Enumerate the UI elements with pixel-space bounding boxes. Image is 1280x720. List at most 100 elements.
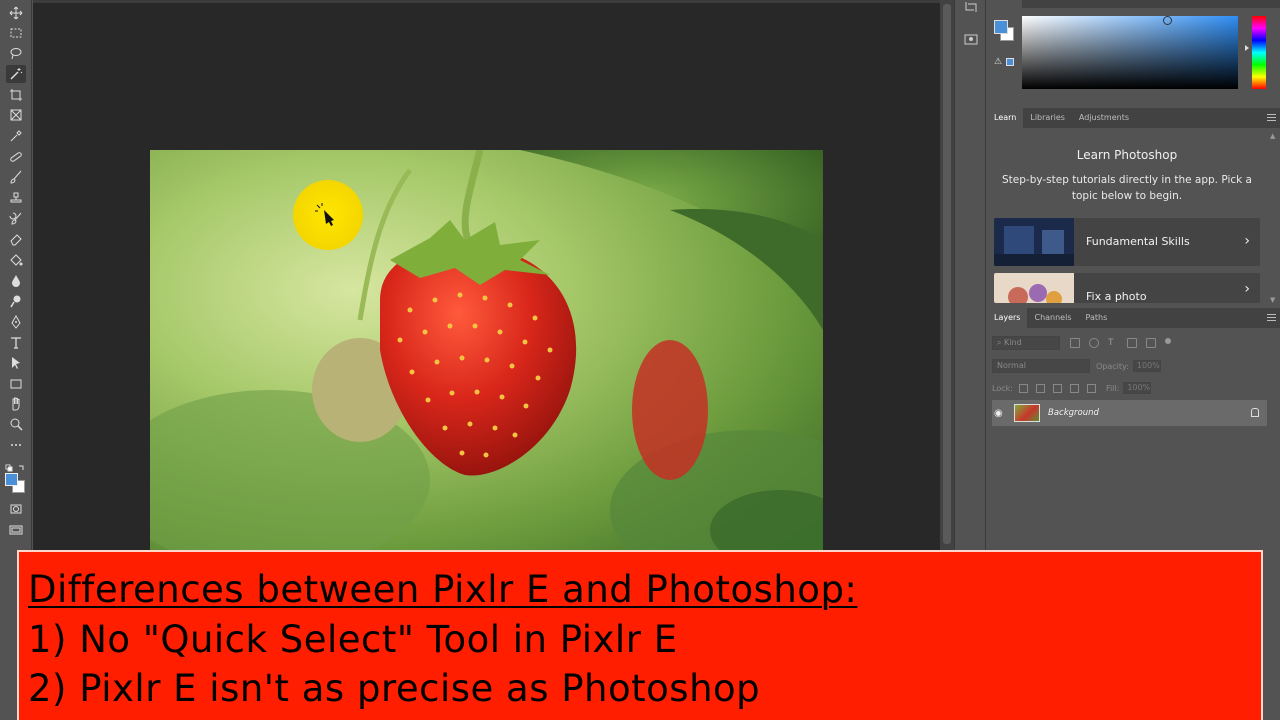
blend-row: Normal Opacity: 100%	[992, 358, 1161, 374]
history-panel-icon[interactable]	[963, 0, 979, 16]
tab-color[interactable]: Color	[987, 0, 1022, 8]
caption-overlay: Differences between Pixlr E and Photosho…	[17, 550, 1263, 720]
path-selection-tool-icon[interactable]	[6, 354, 26, 372]
pixel-filter-icon[interactable]	[1070, 338, 1080, 348]
layers-panel: Layers Channels Paths ⌕ Kind T Normal Op	[987, 308, 1280, 550]
learn-description: Step-by-step tutorials directly in the a…	[1002, 174, 1252, 202]
layer-name: Background	[1048, 408, 1099, 418]
layer-filter-row: ⌕ Kind T	[992, 335, 1171, 351]
move-tool-icon[interactable]	[6, 4, 26, 22]
caption-point-1: 1) No "Quick Select" Tool in Pixlr E	[28, 618, 678, 661]
tab-gradients[interactable]: Gradients	[1074, 0, 1127, 8]
learn-card-fix-a-photo[interactable]: Fix a photo ›	[994, 273, 1260, 303]
foreground-color-swatch[interactable]	[5, 473, 18, 486]
collapsed-panel-strip	[954, 0, 986, 550]
tab-channels[interactable]: Channels	[1027, 308, 1078, 328]
document-tab-strip	[33, 0, 940, 3]
paint-bucket-tool-icon[interactable]	[6, 251, 26, 269]
eye-icon[interactable]: ◉	[994, 408, 1006, 419]
strawberry-photo[interactable]	[150, 150, 823, 550]
learn-panel-scrollbar[interactable]: ▲ ▼	[1270, 132, 1278, 304]
fix-a-photo-thumbnail	[994, 273, 1074, 303]
swap-colors-icon[interactable]	[5, 459, 27, 472]
tab-layers[interactable]: Layers	[987, 308, 1028, 328]
fill-label: Fill:	[1105, 383, 1120, 393]
photoshop-window: Color Swatches Gradients Patterns ⚠ Lear…	[0, 0, 1280, 720]
crop-tool-icon[interactable]	[6, 86, 26, 104]
lock-icons	[1018, 383, 1096, 393]
tab-patterns[interactable]: Patterns	[1127, 0, 1174, 8]
learn-panel-tabs: Learn Libraries Adjustments	[987, 108, 1280, 128]
scroll-down-icon[interactable]: ▼	[1270, 296, 1275, 304]
dodge-tool-icon[interactable]	[6, 292, 26, 310]
blur-tool-icon[interactable]	[6, 272, 26, 290]
magic-wand-tool-icon[interactable]	[6, 65, 26, 83]
caption-heading: Differences between Pixlr E and Photosho…	[28, 568, 858, 611]
zoom-tool-icon[interactable]	[6, 415, 26, 433]
eraser-tool-icon[interactable]	[6, 230, 26, 248]
brush-tool-icon[interactable]	[6, 168, 26, 186]
quick-mask-icon[interactable]	[6, 500, 26, 518]
hue-arrow-icon	[1245, 45, 1249, 51]
tools-panel	[0, 0, 32, 550]
learn-title: Learn Photoshop	[1076, 148, 1178, 162]
eyedropper-tool-icon[interactable]	[6, 127, 26, 145]
layer-row[interactable]: ◉ Background	[992, 400, 1267, 426]
shape-filter-icon[interactable]	[1127, 338, 1137, 348]
hue-slider[interactable]	[1252, 16, 1266, 89]
blend-mode-select[interactable]: Normal	[992, 359, 1090, 373]
lock-all-icon[interactable]	[1086, 383, 1096, 393]
screen-mode-icon[interactable]	[6, 521, 26, 539]
learn-panel-menu-icon[interactable]	[1267, 114, 1276, 121]
color-panel-tabs: Color Swatches Gradients Patterns	[987, 0, 1280, 8]
color-saturation-field[interactable]	[1022, 16, 1238, 89]
learn-card-fundamental-skills[interactable]: Fundamental Skills ›	[994, 218, 1260, 266]
adjustment-filter-icon[interactable]	[1089, 338, 1099, 348]
tab-learn[interactable]: Learn	[987, 108, 1024, 128]
panel-foreground-swatch[interactable]	[994, 20, 1008, 34]
clone-stamp-tool-icon[interactable]	[6, 189, 26, 207]
opacity-field[interactable]: 100%	[1132, 360, 1161, 372]
learn-panel: Learn Libraries Adjustments Learn Photos…	[987, 108, 1280, 308]
lock-position-icon[interactable]	[1052, 383, 1062, 393]
more-tools-icon[interactable]	[6, 436, 26, 454]
lock-transparent-icon[interactable]	[1018, 383, 1028, 393]
type-filter-icon[interactable]: T	[1108, 338, 1118, 348]
gamut-warning-icon[interactable]: ⚠	[994, 57, 1002, 67]
healing-brush-tool-icon[interactable]	[6, 148, 26, 166]
marquee-tool-icon[interactable]	[6, 24, 26, 42]
tab-paths[interactable]: Paths	[1079, 308, 1115, 328]
fundamental-skills-thumbnail	[994, 218, 1074, 266]
color-picker-marker[interactable]	[1163, 16, 1172, 25]
lock-icon	[1251, 408, 1259, 417]
tab-libraries[interactable]: Libraries	[1023, 108, 1072, 128]
web-safe-swatch[interactable]	[1006, 58, 1014, 66]
scroll-up-icon[interactable]: ▲	[1270, 132, 1275, 140]
hand-tool-icon[interactable]	[6, 395, 26, 413]
lock-artboard-icon[interactable]	[1069, 383, 1079, 393]
lock-pixels-icon[interactable]	[1035, 383, 1045, 393]
caption-point-2: 2) Pixlr E isn't as precise as Photoshop	[28, 667, 761, 710]
tab-adjustments[interactable]: Adjustments	[1072, 108, 1136, 128]
chevron-right-icon: ›	[1244, 281, 1250, 297]
color-panel: Color Swatches Gradients Patterns ⚠	[987, 0, 1280, 108]
layers-panel-menu-icon[interactable]	[1267, 314, 1276, 321]
type-tool-icon[interactable]	[6, 334, 26, 352]
properties-panel-icon[interactable]	[963, 31, 979, 47]
frame-tool-icon[interactable]	[6, 106, 26, 124]
history-brush-tool-icon[interactable]	[6, 210, 26, 228]
fill-field[interactable]: 100%	[1123, 382, 1152, 394]
document-canvas[interactable]	[33, 0, 940, 550]
rectangle-tool-icon[interactable]	[6, 375, 26, 393]
canvas-vertical-scrollbar[interactable]	[940, 0, 954, 550]
lasso-tool-icon[interactable]	[6, 44, 26, 62]
pen-tool-icon[interactable]	[6, 313, 26, 331]
learn-card-label: Fix a photo	[1086, 290, 1147, 303]
tab-swatches[interactable]: Swatches	[1022, 0, 1074, 8]
smart-object-filter-icon[interactable]	[1146, 338, 1156, 348]
filter-toggle-icon[interactable]	[1165, 338, 1171, 344]
layer-thumbnail	[1014, 404, 1040, 422]
layer-filter-icons: T	[1070, 338, 1171, 348]
lock-label: Lock:	[992, 383, 1013, 393]
kind-filter-select[interactable]: ⌕ Kind	[992, 336, 1060, 350]
